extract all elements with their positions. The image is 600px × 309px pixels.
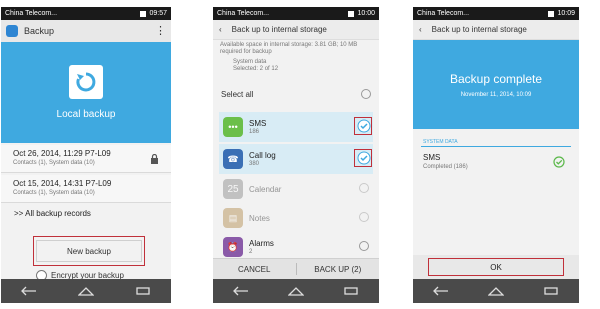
item-count: 380 (249, 161, 260, 167)
record-title: Oct 26, 2014, 11:29 P7-L09 (13, 149, 111, 158)
calendar-day: 25 (227, 183, 239, 195)
item-count: 2 (249, 249, 253, 255)
checkbox-highlight (354, 149, 372, 167)
section-header: System data Selected: 2 of 12 (233, 59, 278, 73)
home-nav-icon[interactable] (77, 284, 94, 298)
back-arrow-icon[interactable]: ‹ (219, 25, 222, 34)
recents-nav-icon[interactable] (543, 284, 559, 298)
item-name: Notes (249, 213, 270, 223)
nav-bar (213, 279, 379, 303)
sms-icon: ••• (223, 117, 243, 137)
app-title: Backup (24, 26, 55, 36)
carrier-text: China Telecom... (417, 10, 470, 17)
backup-complete-title: Backup complete (449, 71, 543, 86)
app-title: Back up to internal storage (231, 25, 327, 34)
calendar-icon: 25 (223, 179, 243, 199)
home-nav-icon[interactable] (487, 284, 504, 298)
select-all-label: Select all (221, 89, 254, 99)
available-space-text: Available space in internal storage: 3.8… (220, 42, 358, 55)
record-subtitle: Contacts (1), System data (10) (13, 190, 95, 196)
local-backup-label: Local backup (56, 109, 116, 120)
status-bar: China Telecom... 10:00 (213, 7, 379, 20)
section-title: System data (233, 59, 267, 65)
app-title: Back up to internal storage (431, 25, 527, 34)
section-divider (421, 146, 571, 147)
completed-item: SMS Completed (186) (423, 153, 569, 170)
overflow-menu-icon[interactable]: ⋮ (155, 26, 166, 37)
checkbox-highlight (354, 117, 372, 135)
back-up-button[interactable]: BACK UP (2) (297, 259, 380, 279)
signal-icon (348, 10, 355, 17)
section-selected: Selected: 2 of 12 (233, 66, 279, 72)
item-name: Alarms (249, 239, 274, 248)
item-checkbox[interactable] (359, 212, 369, 222)
app-bar: ‹ Back up to internal storage (213, 20, 379, 40)
cancel-button[interactable]: CANCEL (213, 259, 296, 279)
item-checkbox[interactable] (359, 241, 369, 251)
record-title: Oct 15, 2014, 14:31 P7-L09 (13, 179, 112, 188)
status-bar: China Telecom... 09:57 (1, 7, 171, 20)
select-all-row[interactable]: Select all (221, 89, 371, 99)
backup-complete-date: November 11, 2014, 10:09 (460, 91, 532, 98)
backup-complete-panel: Backup complete November 11, 2014, 10:09 (413, 40, 579, 129)
status-bar: China Telecom... 10:09 (413, 7, 579, 20)
alarm-icon: ⏰ (223, 237, 243, 257)
list-item-sms[interactable]: ••• SMS 186 (219, 112, 373, 142)
clock-text: 10:00 (357, 10, 375, 17)
new-backup-button[interactable]: New backup (36, 240, 142, 262)
phone-screen-select-data: China Telecom... 10:00 ‹ Back up to inte… (213, 7, 379, 303)
backup-record[interactable]: Oct 26, 2014, 11:29 P7-L09 Contacts (1),… (1, 145, 171, 173)
back-arrow-icon[interactable]: ‹ (419, 25, 422, 34)
back-nav-icon[interactable] (432, 284, 449, 298)
ok-button[interactable]: OK (428, 258, 564, 276)
phone-screen-backup: China Telecom... 09:57 Backup ⋮ Local ba… (1, 7, 171, 303)
back-nav-icon[interactable] (232, 284, 249, 298)
list-item-notes[interactable]: ▤ Notes (219, 203, 373, 233)
phone-screen-backup-complete: China Telecom... 10:09 ‹ Back up to inte… (413, 7, 579, 303)
app-bar: ‹ Back up to internal storage (413, 20, 579, 40)
signal-icon (548, 10, 555, 17)
nav-bar (413, 279, 579, 303)
notes-icon: ▤ (223, 208, 243, 228)
backup-record[interactable]: Oct 15, 2014, 14:31 P7-L09 Contacts (1),… (1, 175, 171, 203)
ok-bar: OK (413, 255, 579, 279)
recents-nav-icon[interactable] (343, 284, 359, 298)
clock-text: 10:09 (557, 10, 575, 17)
new-backup-highlight: New backup (33, 236, 145, 266)
action-bar: CANCEL BACK UP (2) (213, 258, 379, 279)
item-checkbox[interactable] (359, 183, 369, 193)
lock-icon (151, 154, 158, 164)
carrier-text: China Telecom... (5, 10, 58, 17)
list-item-call-log[interactable]: ☎ Call log 380 (219, 144, 373, 174)
item-status: Completed (186) (423, 164, 468, 170)
nav-bar (1, 279, 171, 303)
back-nav-icon[interactable] (21, 284, 37, 298)
local-backup-panel: Local backup (1, 42, 171, 143)
call-log-icon: ☎ (223, 149, 243, 169)
section-label: SYSTEM DATA (423, 139, 458, 145)
restore-icon (69, 65, 103, 99)
item-name: Call log (249, 151, 276, 160)
signal-icon (140, 10, 147, 17)
item-name: Calendar (249, 184, 282, 194)
item-name: SMS (423, 153, 441, 162)
item-count: 186 (249, 129, 260, 135)
clock-text: 09:57 (149, 10, 167, 17)
check-icon (553, 156, 565, 168)
select-all-checkbox[interactable] (361, 89, 371, 99)
recents-nav-icon[interactable] (135, 284, 151, 298)
item-name: SMS (249, 119, 267, 128)
home-nav-icon[interactable] (287, 284, 304, 298)
record-subtitle: Contacts (1), System data (10) (13, 160, 95, 166)
backup-app-icon (6, 25, 18, 37)
list-item-calendar[interactable]: 25 Calendar (219, 174, 373, 204)
carrier-text: China Telecom... (217, 10, 270, 17)
app-bar: Backup ⋮ (1, 20, 171, 42)
all-backup-records-link[interactable]: >> All backup records (14, 209, 91, 218)
